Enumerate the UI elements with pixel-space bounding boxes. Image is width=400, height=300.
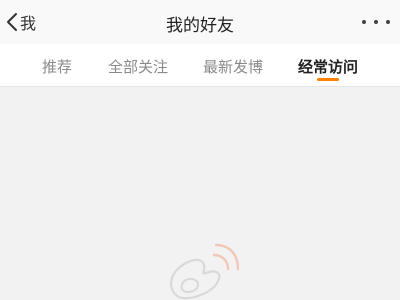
content-area [0,87,400,300]
more-icon-dot [386,20,390,24]
tab-all-following[interactable]: 全部关注 [108,56,168,77]
tab-latest-posts[interactable]: 最新发博 [203,56,263,77]
tab-recommended[interactable]: 推荐 [42,56,72,77]
more-icon-dot [362,20,366,24]
navigation-bar: 我 我的好友 [0,0,400,44]
page-title: 我的好友 [166,16,234,36]
active-tab-indicator [317,78,339,81]
friends-screen: 我 我的好友 推荐 全部关注 最新发博 经常访问 [0,0,400,300]
more-button[interactable] [362,10,390,34]
weibo-logo-icon [170,243,240,300]
tab-bar: 推荐 全部关注 最新发博 经常访问 [0,44,400,87]
more-icon-dot [374,20,378,24]
tab-frequent-visits[interactable]: 经常访问 [298,56,358,77]
